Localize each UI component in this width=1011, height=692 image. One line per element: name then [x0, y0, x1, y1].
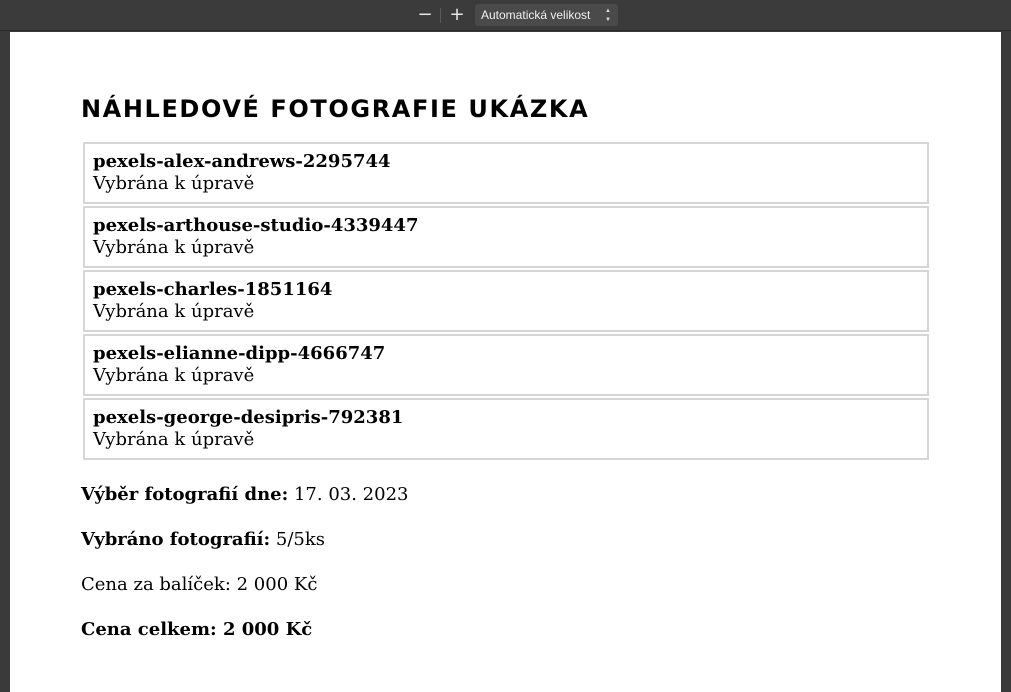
photo-item: pexels-elianne-dipp-4666747 Vybrána k úp…: [83, 334, 929, 396]
selection-date-label: Výběr fotografií dne:: [81, 484, 289, 505]
toolbar-divider: [440, 8, 441, 23]
photo-name: pexels-charles-1851164: [93, 279, 333, 300]
selection-date-value: 17. 03. 2023: [293, 484, 409, 505]
photo-item: pexels-george-desipris-792381 Vybrána k …: [83, 398, 929, 460]
photo-status: Vybrána k úpravě: [93, 429, 255, 450]
photo-item: pexels-arthouse-studio-4339447 Vybrána k…: [83, 206, 929, 268]
photo-list: pexels-alex-andrews-2295744 Vybrána k úp…: [83, 142, 929, 462]
zoom-out-button[interactable]: −: [414, 5, 436, 25]
total-price-label: Cena celkem:: [81, 619, 217, 640]
select-arrows-icon: ▲ ▼: [605, 8, 611, 23]
photo-status: Vybrána k úpravě: [93, 237, 255, 258]
photo-name: pexels-alex-andrews-2295744: [93, 151, 391, 172]
photo-name: pexels-elianne-dipp-4666747: [93, 343, 386, 364]
photo-status: Vybrána k úpravě: [93, 365, 255, 386]
photo-item: pexels-alex-andrews-2295744 Vybrána k úp…: [83, 142, 929, 204]
photo-status: Vybrána k úpravě: [93, 301, 255, 322]
package-price-value: 2 000 Kč: [236, 574, 318, 595]
photo-name: pexels-arthouse-studio-4339447: [93, 215, 419, 236]
total-price-value: 2 000 Kč: [222, 619, 313, 640]
zoom-select[interactable]: Automatická velikost ▲ ▼: [475, 4, 618, 26]
pdf-toolbar: − + Automatická velikost ▲ ▼: [0, 0, 1011, 31]
selected-count-label: Vybráno fotografií:: [81, 529, 271, 550]
selected-count-value: 5/5ks: [275, 529, 326, 550]
document-title: NÁHLEDOVÉ FOTOGRAFIE UKÁZKA: [81, 95, 590, 123]
photo-item: pexels-charles-1851164 Vybrána k úpravě: [83, 270, 929, 332]
document-page: NÁHLEDOVÉ FOTOGRAFIE UKÁZKA pexels-alex-…: [10, 32, 1001, 692]
zoom-in-button[interactable]: +: [446, 5, 468, 25]
selected-count: Vybráno fotografií: 5/5ks: [81, 528, 325, 552]
photo-name: pexels-george-desipris-792381: [93, 407, 404, 428]
zoom-select-value: Automatická velikost: [481, 8, 591, 22]
package-price-label: Cena za balíček:: [81, 574, 231, 595]
selection-date: Výběr fotografií dne: 17. 03. 2023: [81, 483, 409, 507]
photo-status: Vybrána k úpravě: [93, 173, 255, 194]
total-price: Cena celkem: 2 000 Kč: [81, 618, 312, 642]
package-price: Cena za balíček: 2 000 Kč: [81, 573, 317, 597]
